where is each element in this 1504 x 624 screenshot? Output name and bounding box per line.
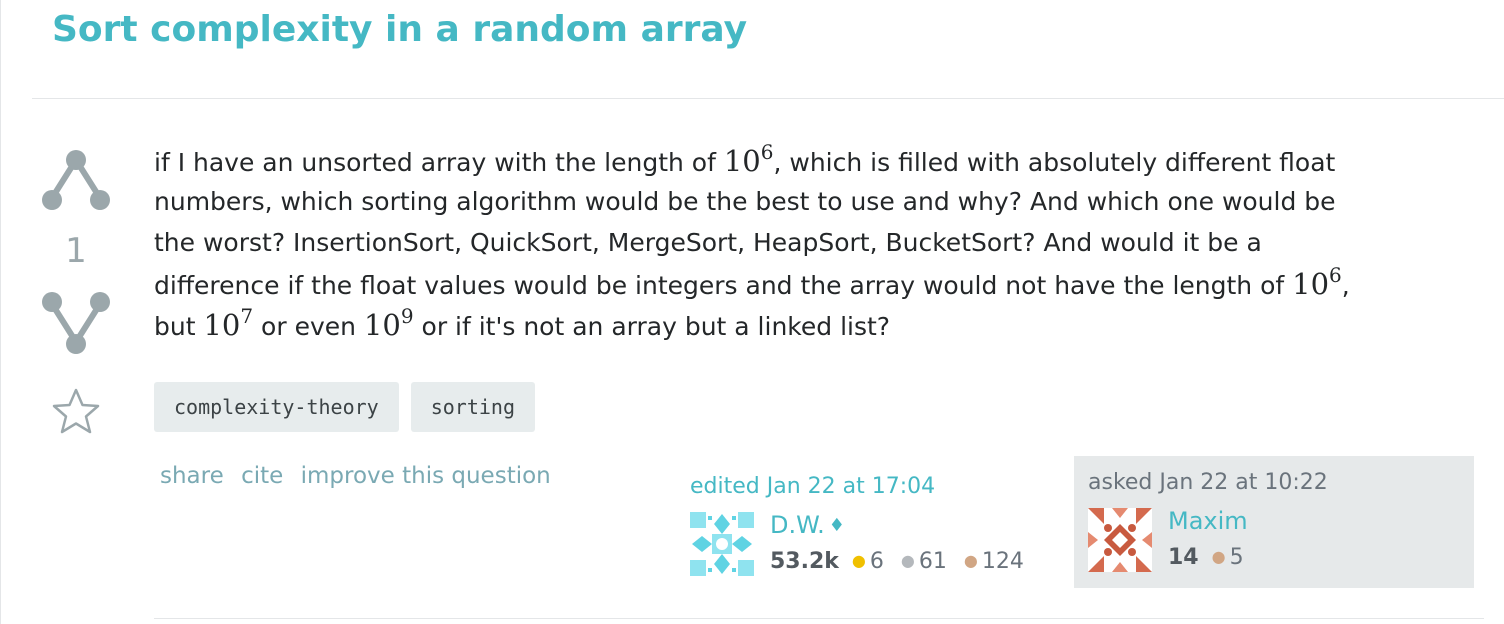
- math-expression: 106: [723, 140, 774, 178]
- downvote-arrow-icon[interactable]: [36, 288, 116, 360]
- tag-list: complexity-theory sorting: [154, 382, 535, 432]
- left-border: [0, 0, 1, 624]
- gold-badge-icon: ●: [851, 551, 866, 570]
- asked-timestamp[interactable]: asked Jan 22 at 10:22: [1088, 468, 1460, 498]
- edited-timestamp[interactable]: edited Jan 22 at 17:04: [690, 472, 1032, 502]
- vote-count: 1: [65, 231, 87, 271]
- cite-link[interactable]: cite: [241, 463, 283, 489]
- post-menu: share cite improve this question: [160, 460, 561, 492]
- silver-badge-count: 61: [918, 549, 947, 574]
- star-icon[interactable]: [36, 386, 116, 438]
- upvote-arrow-icon[interactable]: [36, 144, 116, 216]
- share-link[interactable]: share: [160, 463, 224, 489]
- bronze-badge-count: 124: [981, 549, 1024, 574]
- editor-card: edited Jan 22 at 17:04 D.W. ♦ 53.2k ● 6 ● 6…: [676, 460, 1046, 592]
- asker-name[interactable]: Maxim: [1168, 504, 1248, 538]
- body-line: but 107 or even 109 or if it's not an ar…: [154, 304, 891, 342]
- tag-complexity-theory[interactable]: complexity-theory: [154, 382, 399, 432]
- body-line: the worst? InsertionSort, QuickSort, Mer…: [154, 228, 1262, 257]
- bronze-badge-icon: ●: [963, 551, 978, 570]
- math-expression: 109: [363, 304, 414, 342]
- body-line: numbers, which sorting algorithm would b…: [154, 187, 1336, 216]
- bronze-badge-count: 5: [1229, 545, 1244, 570]
- reputation-score: 14: [1168, 545, 1199, 570]
- gold-badge-count: 6: [869, 549, 884, 574]
- tag-sorting[interactable]: sorting: [410, 382, 535, 432]
- math-expression: 107: [203, 304, 254, 342]
- asker-card: asked Jan 22 at 10:22 Maxim 14 ● 5: [1074, 456, 1474, 588]
- editor-avatar[interactable]: [690, 512, 754, 576]
- math-expression: 106: [1292, 263, 1342, 301]
- body-line: difference if the float values would be …: [154, 263, 1350, 301]
- asker-stats: 14 ● 5: [1168, 542, 1254, 573]
- silver-badge-icon: ●: [900, 551, 915, 570]
- asker-avatar[interactable]: [1088, 508, 1152, 572]
- title-divider: [32, 98, 1504, 99]
- question-body: if I have an unsorted array with the len…: [154, 140, 1484, 345]
- question-page: Sort complexity in a random array 1 if I…: [0, 0, 1504, 624]
- improve-question-link[interactable]: improve this question: [301, 463, 551, 489]
- editor-stats: 53.2k ● 6 ● 61 ● 124: [770, 546, 1034, 577]
- bronze-badge-icon: ●: [1211, 547, 1226, 566]
- diamond-icon: ♦: [828, 515, 845, 536]
- question-title[interactable]: Sort complexity in a random array: [52, 4, 747, 56]
- editor-name[interactable]: D.W. ♦: [770, 508, 845, 543]
- body-line: if I have an unsorted array with the len…: [154, 140, 1336, 178]
- bottom-divider: [154, 618, 1484, 619]
- reputation-score: 53.2k: [770, 549, 839, 574]
